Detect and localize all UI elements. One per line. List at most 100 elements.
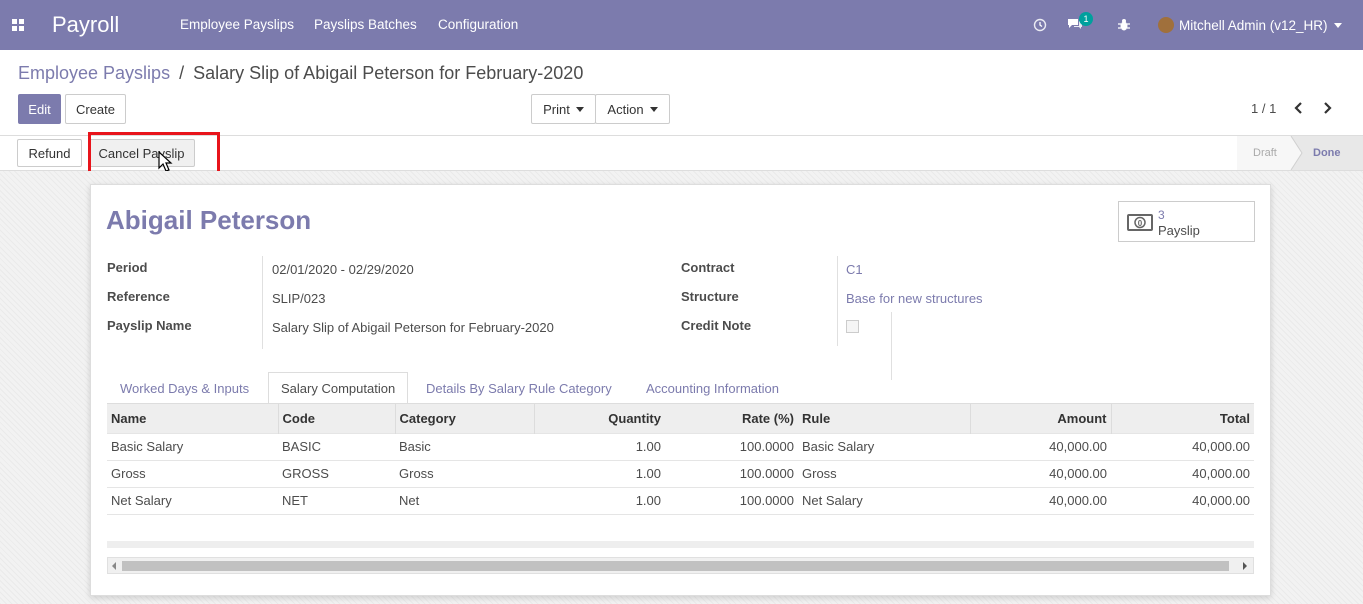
mouse-cursor-icon <box>158 151 173 172</box>
field-value-structure[interactable]: Base for new structures <box>846 291 983 306</box>
messages-icon[interactable]: 1 <box>1067 0 1093 50</box>
cell-name: Basic Salary <box>107 432 278 460</box>
user-name: Mitchell Admin (v12_HR) <box>1179 17 1328 33</box>
print-dropdown[interactable]: Print <box>531 94 596 124</box>
cell-quantity: 1.00 <box>534 486 665 515</box>
column-header-code[interactable]: Code <box>277 404 395 433</box>
cell-code: BASIC <box>278 432 395 460</box>
svg-text:0: 0 <box>1138 219 1143 228</box>
cell-quantity: 1.00 <box>534 459 665 487</box>
payslip-count: 3 <box>1158 208 1165 222</box>
column-header-category[interactable]: Category <box>394 404 534 433</box>
field-value-payslip-name[interactable]: Salary Slip of Abigail Peterson for Febr… <box>272 320 554 335</box>
field-label-credit-note: Credit Note <box>681 318 752 333</box>
field-label-structure: Structure <box>681 289 739 304</box>
status-step-draft[interactable]: Draft <box>1253 136 1277 170</box>
edit-button[interactable]: Edit <box>18 94 61 124</box>
payslip-label: Payslip <box>1158 223 1200 238</box>
refund-button[interactable]: Refund <box>17 139 82 167</box>
print-label: Print <box>543 101 570 117</box>
tab-worked-days-inputs[interactable]: Worked Days & Inputs <box>108 372 261 404</box>
cell-category: Basic <box>395 432 534 460</box>
table-row[interactable]: Basic Salary BASIC Basic 1.00 100.0000 B… <box>107 432 1254 460</box>
table-row[interactable]: Gross GROSS Gross 1.00 100.0000 Gross 40… <box>107 459 1254 487</box>
cell-total: 40,000.00 <box>1111 459 1254 487</box>
tab-salary-computation[interactable]: Salary Computation <box>268 372 409 404</box>
cell-total: 40,000.00 <box>1111 432 1254 460</box>
action-dropdown[interactable]: Action <box>595 94 670 124</box>
cell-amount: 40,000.00 <box>970 432 1111 460</box>
top-navbar: Payroll Employee Payslips Payslips Batch… <box>0 0 1363 50</box>
pager-next-icon[interactable] <box>1317 98 1337 118</box>
column-header-rate[interactable]: Rate (%) <box>665 404 798 433</box>
cell-code: GROSS <box>278 459 395 487</box>
field-value-reference[interactable]: SLIP/023 <box>272 291 326 306</box>
user-menu[interactable]: Mitchell Admin (v12_HR) <box>1158 0 1342 50</box>
tab-details-by-salary-rule-category[interactable]: Details By Salary Rule Category <box>414 372 624 404</box>
tab-accounting-information[interactable]: Accounting Information <box>634 372 791 404</box>
activity-clock-icon[interactable] <box>1033 0 1047 50</box>
cell-name: Net Salary <box>107 486 278 515</box>
cell-rule: Net Salary <box>798 486 970 515</box>
field-divider <box>262 256 263 349</box>
create-button[interactable]: Create <box>65 94 126 124</box>
menu-payslips-batches[interactable]: Payslips Batches <box>314 17 417 32</box>
scroll-right-icon[interactable] <box>1243 562 1247 570</box>
breadcrumb: Employee Payslips / Salary Slip of Abiga… <box>18 63 583 84</box>
cell-rule: Basic Salary <box>798 432 970 460</box>
menu-configuration[interactable]: Configuration <box>438 17 518 32</box>
field-divider <box>891 312 892 380</box>
pager-value[interactable]: 1 / 1 <box>1251 101 1276 116</box>
breadcrumb-current: Salary Slip of Abigail Peterson for Febr… <box>193 63 584 83</box>
money-icon: 0 <box>1127 214 1153 231</box>
horizontal-scrollbar[interactable] <box>107 557 1254 574</box>
action-label: Action <box>607 101 644 117</box>
field-label-period: Period <box>107 260 148 275</box>
chevron-down-icon <box>1333 22 1342 28</box>
field-label-contract: Contract <box>681 260 735 275</box>
field-divider <box>837 256 838 346</box>
cell-total: 40,000.00 <box>1111 486 1254 515</box>
pager-previous-icon[interactable] <box>1289 98 1309 118</box>
debug-bug-icon[interactable] <box>1117 0 1131 50</box>
employee-name: Abigail Peterson <box>106 205 312 235</box>
column-header-quantity[interactable]: Quantity <box>533 404 665 433</box>
column-header-name[interactable]: Name <box>107 404 278 433</box>
table-header-row: Name Code Category Quantity Rate (%) Rul… <box>107 404 1254 433</box>
caret-down-icon <box>649 106 658 112</box>
column-header-total[interactable]: Total <box>1110 404 1254 433</box>
scrollbar-thumb[interactable] <box>122 561 1229 571</box>
avatar <box>1158 17 1174 33</box>
field-label-payslip-name: Payslip Name <box>107 318 192 333</box>
cell-amount: 40,000.00 <box>970 459 1111 487</box>
cell-quantity: 1.00 <box>534 432 665 460</box>
caret-down-icon <box>575 106 584 112</box>
apps-menu-icon[interactable] <box>12 19 24 31</box>
cell-amount: 40,000.00 <box>970 486 1111 515</box>
salary-computation-table: Name Code Category Quantity Rate (%) Rul… <box>107 404 1254 515</box>
cell-rate: 100.0000 <box>665 486 798 515</box>
credit-note-checkbox[interactable] <box>846 320 859 333</box>
scroll-left-icon[interactable] <box>112 562 116 570</box>
payslip-smart-button[interactable]: 0 3 Payslip <box>1118 201 1255 242</box>
table-footer <box>107 541 1254 548</box>
column-header-rule[interactable]: Rule <box>798 404 970 433</box>
cell-category: Gross <box>395 459 534 487</box>
table-row[interactable]: Net Salary NET Net 1.00 100.0000 Net Sal… <box>107 486 1254 515</box>
cell-rate: 100.0000 <box>665 459 798 487</box>
cell-rule: Gross <box>798 459 970 487</box>
app-name: Payroll <box>52 12 120 37</box>
cell-code: NET <box>278 486 395 515</box>
messages-count-badge: 1 <box>1079 11 1093 26</box>
cell-rate: 100.0000 <box>665 432 798 460</box>
menu-employee-payslips[interactable]: Employee Payslips <box>180 17 294 32</box>
column-header-amount[interactable]: Amount <box>969 404 1111 433</box>
field-value-period[interactable]: 02/01/2020 - 02/29/2020 <box>272 262 414 277</box>
field-value-contract[interactable]: C1 <box>846 262 863 277</box>
status-step-done: Done <box>1313 147 1341 159</box>
cell-category: Net <box>395 486 534 515</box>
breadcrumb-parent[interactable]: Employee Payslips <box>18 63 170 83</box>
field-label-reference: Reference <box>107 289 170 304</box>
cell-name: Gross <box>107 459 278 487</box>
breadcrumb-separator: / <box>179 63 185 83</box>
